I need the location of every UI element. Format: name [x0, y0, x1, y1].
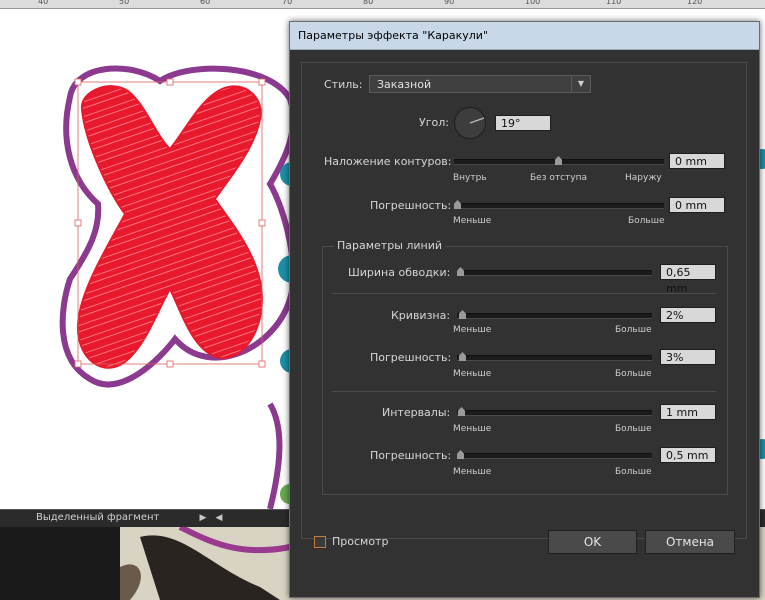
line-options-title: Параметры линий — [334, 239, 446, 252]
spacing-field[interactable]: 1 mm — [660, 404, 716, 420]
stroke-width-slider-track[interactable] — [457, 270, 652, 276]
ruler-number: 40 — [38, 0, 49, 6]
variation-slider-track[interactable] — [454, 203, 664, 209]
selection-handle — [258, 78, 266, 86]
angle-field[interactable]: 19° — [495, 115, 551, 131]
curviness-slider-track[interactable] — [457, 313, 652, 319]
preview-checkbox[interactable] — [314, 536, 326, 548]
purple-outline-tail — [267, 402, 283, 509]
spacing-label: Интервалы: — [382, 406, 451, 419]
angle-dial-icon[interactable] — [454, 107, 486, 139]
path-overlap-label: Наложение контуров: — [324, 155, 452, 168]
ruler-number: 100 — [525, 0, 541, 6]
triangle-left-icon[interactable]: ◀ — [212, 512, 226, 524]
style-label: Стиль: — [324, 78, 363, 91]
options-panel: Стиль: Заказной ▼ Угол: 19° Наложение ко… — [301, 62, 747, 539]
variation-max-caption: Больше — [628, 216, 665, 226]
spacing-variation-max-caption: Больше — [615, 467, 652, 477]
path-overlap-mid-caption: Без отступа — [530, 173, 588, 183]
ruler-number: 60 — [200, 0, 211, 6]
preview-label: Просмотр — [332, 535, 389, 548]
style-select-value: Заказной — [377, 78, 432, 91]
horizontal-ruler: 40 50 60 70 80 90 100 110 120 — [0, 0, 765, 9]
curviness-variation-max-caption: Больше — [615, 369, 652, 379]
selection-handle — [74, 78, 82, 86]
stroke-width-field[interactable]: 0,65 mm — [660, 264, 716, 295]
triangle-right-icon[interactable]: ▶ — [196, 512, 210, 524]
ruler-number: 120 — [687, 0, 703, 6]
path-overlap-slider-thumb[interactable] — [555, 156, 562, 165]
spacing-variation-field[interactable]: 0,5 mm — [660, 447, 716, 463]
curviness-min-caption: Меньше — [453, 325, 492, 335]
style-select[interactable]: Заказной ▼ — [369, 75, 591, 93]
angle-label: Угол: — [419, 116, 449, 129]
variation-field[interactable]: 0 mm — [669, 197, 725, 213]
ok-button[interactable]: OK — [548, 530, 637, 554]
curviness-variation-min-caption: Меньше — [453, 369, 492, 379]
path-overlap-field[interactable]: 0 mm — [669, 153, 725, 169]
spacing-slider-track[interactable] — [457, 410, 652, 416]
status-label: Выделенный фрагмент — [36, 512, 160, 523]
curviness-max-caption: Больше — [615, 325, 652, 335]
selection-handle — [258, 360, 266, 368]
path-overlap-min-caption: Внутрь — [453, 173, 487, 183]
selection-handle — [74, 360, 82, 368]
curviness-variation-label: Погрешность: — [370, 351, 452, 364]
dialog-titlebar[interactable]: Параметры эффекта "Каракули" — [290, 22, 759, 50]
cancel-button[interactable]: Отмена — [645, 530, 735, 554]
curviness-label: Кривизна: — [391, 309, 451, 322]
variation-label: Погрешность: — [370, 199, 452, 212]
spacing-variation-label: Погрешность: — [370, 449, 452, 462]
ruler-number: 50 — [119, 0, 130, 6]
group-divider — [332, 391, 716, 392]
curviness-variation-slider-track[interactable] — [457, 355, 652, 361]
selection-handle — [74, 219, 82, 227]
ruler-number: 70 — [282, 0, 293, 6]
ruler-number: 110 — [606, 0, 622, 6]
selection-handle — [166, 360, 174, 368]
scribble-effect-dialog: Параметры эффекта "Каракули" Стиль: Зака… — [289, 21, 760, 598]
spacing-variation-min-caption: Меньше — [453, 467, 492, 477]
path-overlap-max-caption: Наружу — [625, 173, 662, 183]
chevron-down-icon[interactable]: ▼ — [571, 76, 590, 92]
variation-min-caption: Меньше — [453, 216, 492, 226]
group-divider — [332, 293, 716, 294]
scribbled-x-shape — [76, 85, 264, 369]
selection-handle — [166, 78, 174, 86]
stroke-width-label: Ширина обводки: — [348, 266, 451, 279]
dialog-title: Параметры эффекта "Каракули" — [298, 29, 489, 42]
spacing-max-caption: Больше — [615, 424, 652, 434]
selection-handle — [258, 219, 266, 227]
ruler-number: 90 — [444, 0, 455, 6]
spacing-variation-slider-track[interactable] — [457, 453, 652, 459]
ruler-number: 80 — [363, 0, 374, 6]
variation-slider-thumb[interactable] — [454, 200, 461, 209]
curviness-variation-field[interactable]: 3% — [660, 349, 716, 365]
curviness-field[interactable]: 2% — [660, 307, 716, 323]
spacing-min-caption: Меньше — [453, 424, 492, 434]
